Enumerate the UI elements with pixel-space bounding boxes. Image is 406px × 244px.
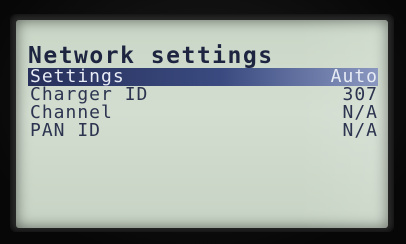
menu-screen: Network settings Settings Auto Charger I… [28, 44, 378, 140]
menu-item-label: PAN ID [30, 120, 102, 141]
page-title: Network settings [28, 43, 274, 69]
menu-item-value: N/A [342, 120, 378, 141]
menu-item-pan-id[interactable]: PAN ID N/A [28, 122, 378, 140]
device-housing: Network settings Settings Auto Charger I… [0, 0, 406, 244]
